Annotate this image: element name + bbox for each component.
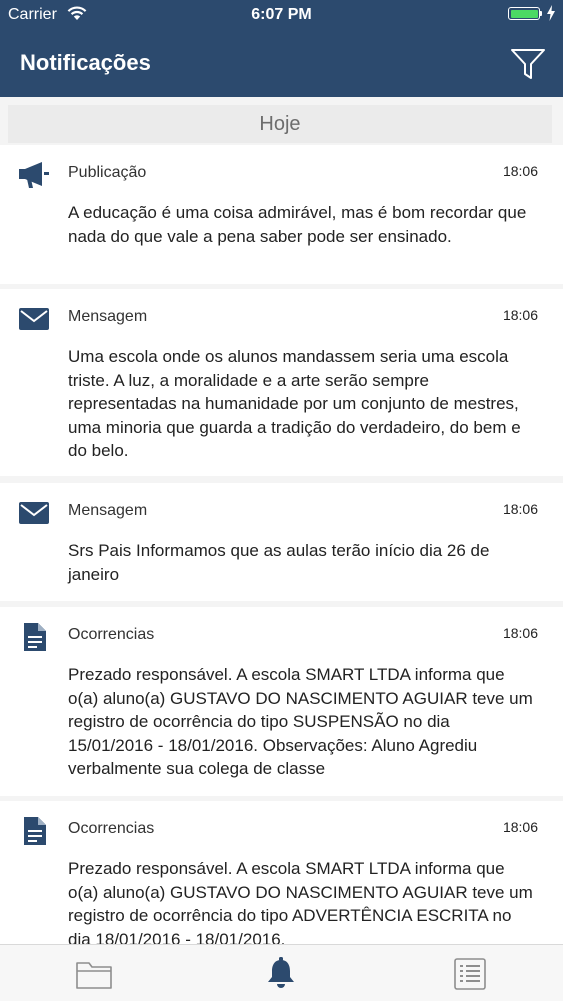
notification-body: Uma escola onde os alunos mandassem seri… <box>68 347 521 460</box>
notification-body: Prezado responsável. A escola SMART LTDA… <box>68 665 533 778</box>
notification-time: 18:06 <box>502 819 538 835</box>
megaphone-icon <box>19 162 49 188</box>
envelope-icon <box>19 308 49 330</box>
notification-type: Ocorrencias <box>68 820 155 837</box>
clock: 6:07 PM <box>251 6 312 23</box>
notification-item[interactable]: Ocorrencias 18:06 Prezado responsável. A… <box>0 607 563 796</box>
list-icon[interactable] <box>454 958 486 990</box>
notification-time: 18:06 <box>502 163 538 179</box>
notification-item[interactable]: Mensagem 18:06 Uma escola onde os alunos… <box>0 289 563 476</box>
status-bar: Carrier 6:07 PM <box>0 0 563 30</box>
notification-list[interactable]: Hoje Publicação 18:06 A educação é uma c… <box>0 97 563 944</box>
filter-icon[interactable] <box>510 46 546 82</box>
nav-bar: Carrier 6:07 PM Notificações <box>0 0 563 97</box>
notification-item[interactable]: Ocorrencias 18:06 Prezado responsável. A… <box>0 801 563 944</box>
charging-bolt-icon <box>547 5 555 21</box>
tab-bar <box>0 944 563 1001</box>
notification-item[interactable]: Publicação 18:06 A educação é uma coisa … <box>0 145 563 284</box>
notification-item[interactable]: Mensagem 18:06 Srs Pais Informamos que a… <box>0 483 563 601</box>
document-icon <box>24 623 46 651</box>
notification-type: Mensagem <box>68 308 148 325</box>
notification-time: 18:06 <box>502 307 538 323</box>
notification-type: Mensagem <box>68 502 148 519</box>
battery-tip <box>540 11 542 16</box>
battery-icon <box>508 7 540 20</box>
document-icon <box>24 817 46 845</box>
notification-body: Srs Pais Informamos que as aulas terão i… <box>68 541 490 584</box>
folder-icon[interactable] <box>76 959 112 989</box>
notification-type: Ocorrencias <box>68 626 155 643</box>
notification-time: 18:06 <box>502 625 538 641</box>
section-header-today: Hoje <box>8 105 552 143</box>
notification-type: Publicação <box>68 164 147 181</box>
notification-time: 18:06 <box>502 501 538 517</box>
notification-body: Prezado responsável. A escola SMART LTDA… <box>68 859 533 944</box>
bell-icon[interactable] <box>266 957 296 989</box>
page-title: Notificações <box>20 50 151 75</box>
notification-body: A educação é uma coisa admirável, mas é … <box>68 203 527 246</box>
envelope-icon <box>19 502 49 524</box>
